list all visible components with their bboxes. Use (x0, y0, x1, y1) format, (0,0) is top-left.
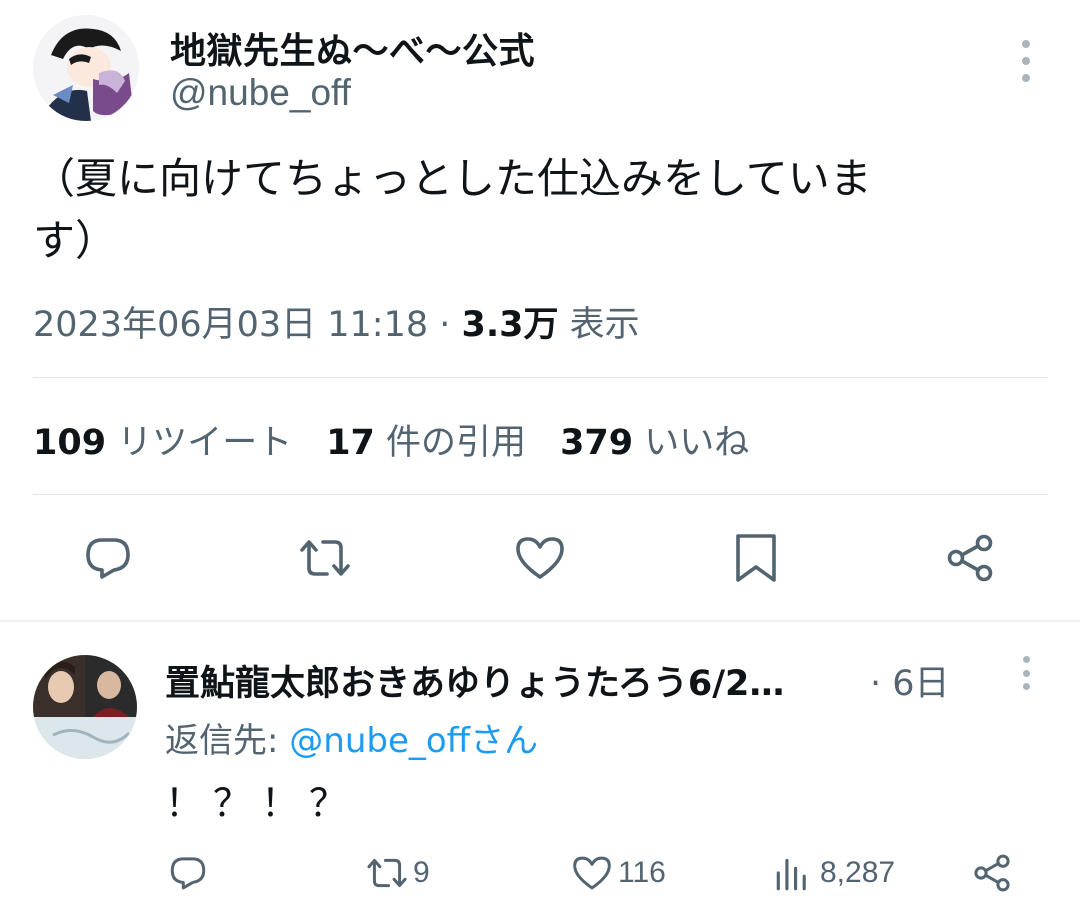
reply-like-count: 116 (618, 856, 666, 889)
tweet-text-line: （夏に向けてちょっとした仕込みをしていま (33, 154, 872, 203)
author-display-name[interactable]: 地獄先生ぬ〜べ〜公式 (170, 22, 535, 74)
reply-like-button[interactable]: 116 (570, 850, 666, 896)
retweets-label: リツイート (106, 423, 293, 463)
retweet-icon[interactable] (297, 530, 353, 586)
tweet-stats: 109 リツイート 17 件の引用 379 いいね (33, 414, 749, 465)
tweet-text: （夏に向けてちょっとした仕込みをしていま す） (33, 148, 1023, 272)
tweet-meta: 2023年06月03日 11:18 · 3.3万 表示 (33, 296, 640, 347)
section-divider (0, 620, 1080, 622)
quotes-stat[interactable]: 17 件の引用 (326, 423, 526, 463)
replying-to-label: 返信先: (165, 721, 290, 761)
reply-author-name[interactable]: 置鮎龍太郎おきあゆりょうたろう6/2… (165, 655, 784, 706)
reply-views-button[interactable]: 8,287 (772, 850, 895, 896)
tweet-datetime[interactable]: 2023年06月03日 11:18 (33, 305, 428, 345)
reply-icon (170, 857, 206, 890)
retweets-count: 109 (33, 423, 107, 463)
quotes-count: 17 (326, 423, 375, 463)
retweets-stat[interactable]: 109 リツイート (33, 423, 292, 463)
reply-text: ！？！？ (165, 781, 358, 825)
retweet-icon (367, 858, 407, 888)
more-options-icon[interactable] (1010, 40, 1042, 82)
reply-share-button[interactable] (970, 850, 1014, 896)
reply-retweet-count: 9 (413, 856, 430, 889)
share-icon (974, 854, 1010, 892)
views-icon (776, 858, 806, 891)
bookmark-icon[interactable] (728, 530, 784, 586)
reply-icon[interactable] (80, 530, 136, 586)
author-handle[interactable]: @nube_off (170, 72, 351, 114)
reply-retweet-button[interactable]: 9 (365, 850, 430, 896)
meta-separator: · (428, 305, 462, 345)
reply-author-avatar[interactable] (33, 655, 137, 759)
share-icon[interactable] (942, 530, 998, 586)
replying-to: 返信先: @nube_offさん (165, 713, 538, 762)
tweet-text-line: す） (33, 216, 118, 265)
reply-reply-button[interactable] (166, 850, 210, 896)
reply-timestamp[interactable]: · 6日 (870, 655, 950, 706)
divider (33, 377, 1048, 378)
divider (33, 494, 1048, 495)
likes-stat[interactable]: 379 いいね (560, 423, 749, 463)
views-label: 表示 (558, 305, 640, 345)
like-icon (573, 856, 611, 890)
likes-count: 379 (560, 423, 634, 463)
likes-label: いいね (633, 423, 750, 463)
views-count: 3.3万 (461, 305, 559, 345)
replying-to-handle[interactable]: @nube_offさん (289, 721, 538, 761)
author-avatar[interactable] (33, 15, 139, 121)
quotes-label: 件の引用 (374, 423, 527, 463)
like-icon[interactable] (512, 530, 568, 586)
reply-more-options-icon[interactable] (1010, 656, 1042, 690)
reply-views-count: 8,287 (820, 856, 896, 889)
